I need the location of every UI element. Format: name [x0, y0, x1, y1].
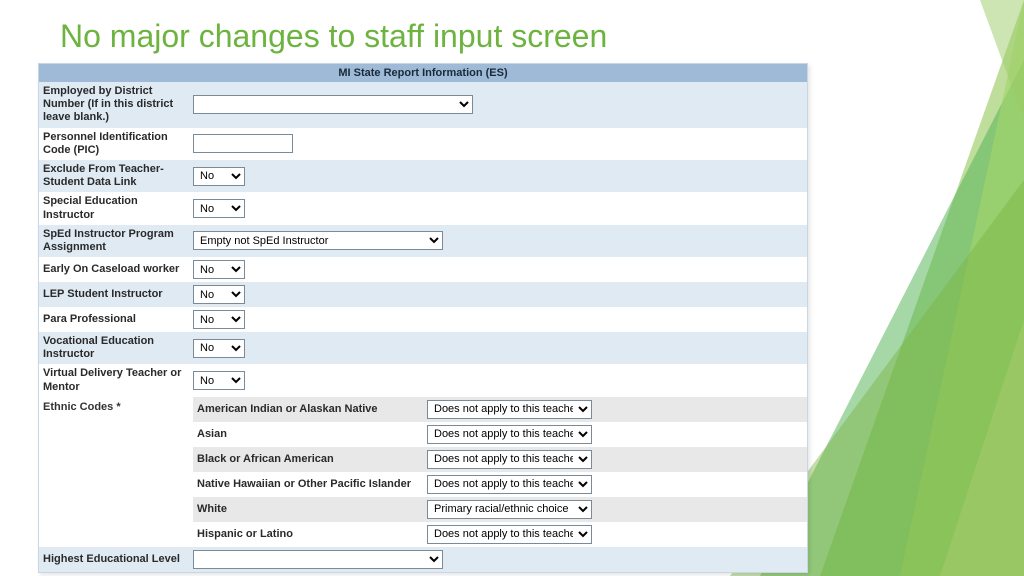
form-panel: MI State Report Information (ES) Employe… — [38, 63, 808, 573]
form-row: Special Education InstructorNo — [39, 192, 807, 224]
ethnic-name: Native Hawaiian or Other Pacific Islande… — [197, 478, 427, 490]
field-control: No — [193, 167, 245, 186]
label-highest-educational-level: Highest Educational Level — [43, 553, 193, 566]
field-label: Early On Caseload worker — [43, 263, 193, 276]
form-row: Early On Caseload workerNo — [39, 257, 807, 282]
row-highest-educational-level: Highest Educational Level — [39, 547, 807, 572]
ethnic-select[interactable]: Does not apply to this teacher — [427, 400, 592, 419]
field-control: No — [193, 199, 245, 218]
field-label: Virtual Delivery Teacher or Mentor — [43, 367, 193, 393]
select-input[interactable]: No — [193, 339, 245, 358]
field-label: Exclude From Teacher-Student Data Link — [43, 163, 193, 189]
select-input[interactable]: No — [193, 285, 245, 304]
select-input[interactable]: Empty not SpEd Instructor — [193, 231, 443, 250]
form-row: Vocational Education InstructorNo — [39, 332, 807, 364]
ethnic-row: Native Hawaiian or Other Pacific Islande… — [193, 472, 807, 497]
ethnic-name: American Indian or Alaskan Native — [197, 403, 427, 415]
select-input[interactable]: No — [193, 167, 245, 186]
field-control — [193, 134, 293, 153]
select-input[interactable]: No — [193, 310, 245, 329]
form-row: SpEd Instructor Program AssignmentEmpty … — [39, 225, 807, 257]
ethnic-name: Black or African American — [197, 453, 427, 465]
ethnic-select[interactable]: Does not apply to this teacher — [427, 450, 592, 469]
ethnic-row: Black or African AmericanDoes not apply … — [193, 447, 807, 472]
ethnic-select[interactable]: Primary racial/ethnic choice — [427, 500, 592, 519]
select-input[interactable]: No — [193, 260, 245, 279]
field-label: SpEd Instructor Program Assignment — [43, 228, 193, 254]
form-row: Para ProfessionalNo — [39, 307, 807, 332]
ethnic-codes-label: Ethnic Codes * — [39, 397, 193, 547]
ethnic-row: AsianDoes not apply to this teacher — [193, 422, 807, 447]
panel-header: MI State Report Information (ES) — [39, 64, 807, 82]
field-control: No — [193, 285, 245, 304]
ethnic-select[interactable]: Does not apply to this teacher — [427, 525, 592, 544]
field-label: Personnel Identification Code (PIC) — [43, 131, 193, 157]
select-input[interactable] — [193, 95, 473, 114]
form-row: Personnel Identification Code (PIC) — [39, 128, 807, 160]
select-input[interactable]: No — [193, 371, 245, 390]
field-label: Para Professional — [43, 313, 193, 326]
select-highest-educational-level[interactable] — [193, 550, 443, 569]
field-label: Vocational Education Instructor — [43, 335, 193, 361]
ethnic-name: Asian — [197, 428, 427, 440]
ethnic-select[interactable]: Does not apply to this teacher — [427, 475, 592, 494]
field-control: No — [193, 339, 245, 358]
ethnic-row: Hispanic or LatinoDoes not apply to this… — [193, 522, 807, 547]
field-control: No — [193, 260, 245, 279]
field-control: Empty not SpEd Instructor — [193, 231, 443, 250]
text-input[interactable] — [193, 134, 293, 153]
field-label: Employed by District Number (If in this … — [43, 85, 193, 125]
form-row: LEP Student InstructorNo — [39, 282, 807, 307]
ethnic-codes-section: Ethnic Codes * American Indian or Alaska… — [39, 397, 807, 547]
form-row: Employed by District Number (If in this … — [39, 82, 807, 128]
slide-title: No major changes to staff input screen — [0, 0, 1024, 63]
ethnic-row: WhitePrimary racial/ethnic choice — [193, 497, 807, 522]
field-control: No — [193, 310, 245, 329]
ethnic-row: American Indian or Alaskan NativeDoes no… — [193, 397, 807, 422]
ethnic-name: White — [197, 503, 427, 515]
select-input[interactable]: No — [193, 199, 245, 218]
ethnic-name: Hispanic or Latino — [197, 528, 427, 540]
field-label: Special Education Instructor — [43, 195, 193, 221]
form-row: Exclude From Teacher-Student Data LinkNo — [39, 160, 807, 192]
field-control: No — [193, 371, 245, 390]
field-control — [193, 95, 473, 114]
field-label: LEP Student Instructor — [43, 288, 193, 301]
form-row: Virtual Delivery Teacher or MentorNo — [39, 364, 807, 396]
ethnic-select[interactable]: Does not apply to this teacher — [427, 425, 592, 444]
